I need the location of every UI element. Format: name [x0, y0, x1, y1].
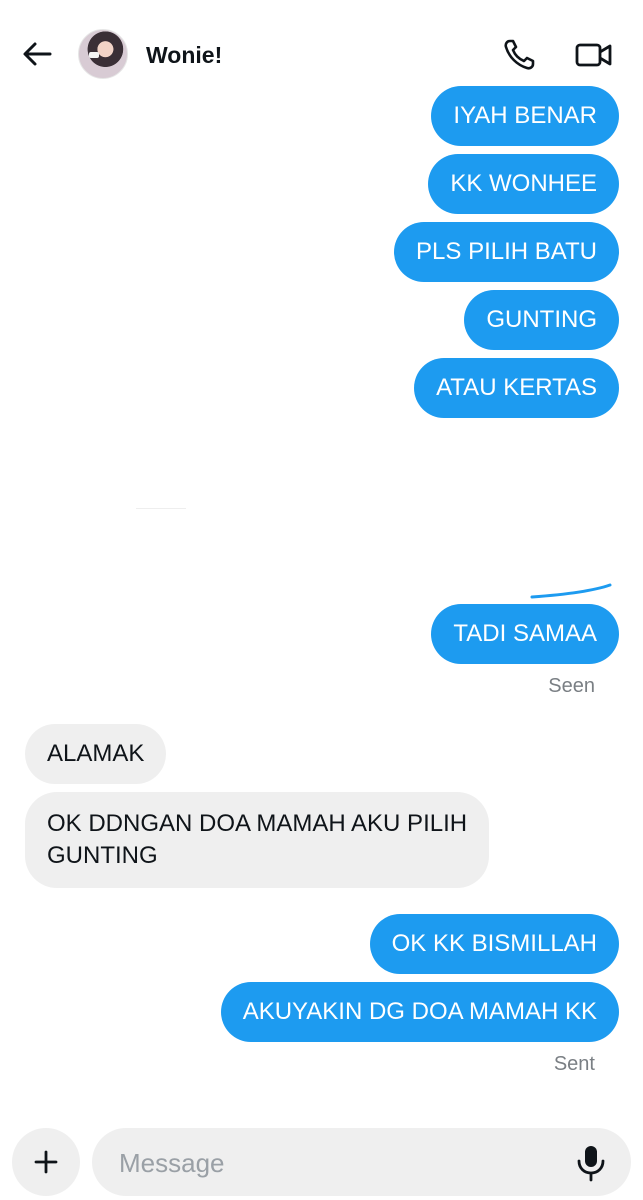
message-text: ATAU KERTAS	[436, 374, 597, 401]
outgoing-message[interactable]: KK WONHEE	[428, 154, 619, 214]
outgoing-message[interactable]: TADI SAMAA	[431, 604, 619, 664]
plus-icon	[34, 1150, 58, 1174]
message-text: KK WONHEE	[450, 170, 597, 197]
message-input-placeholder: Message	[119, 1148, 225, 1178]
message-text: OK DDNGAN DOA MAMAH AKU PILIH	[47, 810, 468, 837]
message-input[interactable]: Message	[92, 1128, 631, 1196]
message-text: OK KK BISMILLAH	[391, 930, 597, 957]
bubble-tail-stroke	[530, 583, 612, 599]
avatar[interactable]	[78, 29, 128, 79]
incoming-message[interactable]: ALAMAK	[25, 724, 167, 784]
video-camera-icon[interactable]	[575, 40, 613, 70]
arrow-left-icon[interactable]	[20, 38, 56, 70]
outgoing-message[interactable]: OK KK BISMILLAH	[369, 914, 619, 974]
message-text: AKUYAKIN DG DOA MAMAH KK	[242, 998, 597, 1025]
divider	[136, 508, 186, 509]
incoming-message[interactable]: OK DDNGAN DOA MAMAH AKU PILIH GUNTING	[25, 792, 490, 888]
message-text: ALAMAK	[47, 740, 145, 767]
outgoing-message[interactable]: IYAH BENAR	[431, 86, 619, 146]
contact-name[interactable]: Wonie!	[146, 42, 222, 69]
message-text: IYAH BENAR	[453, 102, 597, 129]
phone-icon[interactable]	[502, 38, 536, 72]
message-text-line2: GUNTING	[47, 842, 158, 869]
add-attachment-button[interactable]	[12, 1128, 80, 1196]
sent-status: Sent	[553, 1053, 595, 1075]
outgoing-message[interactable]: PLS PILIH BATU	[394, 222, 619, 282]
seen-status: Seen	[548, 675, 595, 697]
microphone-icon[interactable]	[574, 1144, 608, 1182]
outgoing-message[interactable]: AKUYAKIN DG DOA MAMAH KK	[220, 982, 619, 1042]
message-text: PLS PILIH BATU	[416, 238, 597, 265]
outgoing-message[interactable]: ATAU KERTAS	[414, 358, 619, 418]
message-text: TADI SAMAA	[453, 620, 597, 647]
message-text: GUNTING	[486, 306, 597, 333]
outgoing-message[interactable]: GUNTING	[464, 290, 619, 350]
